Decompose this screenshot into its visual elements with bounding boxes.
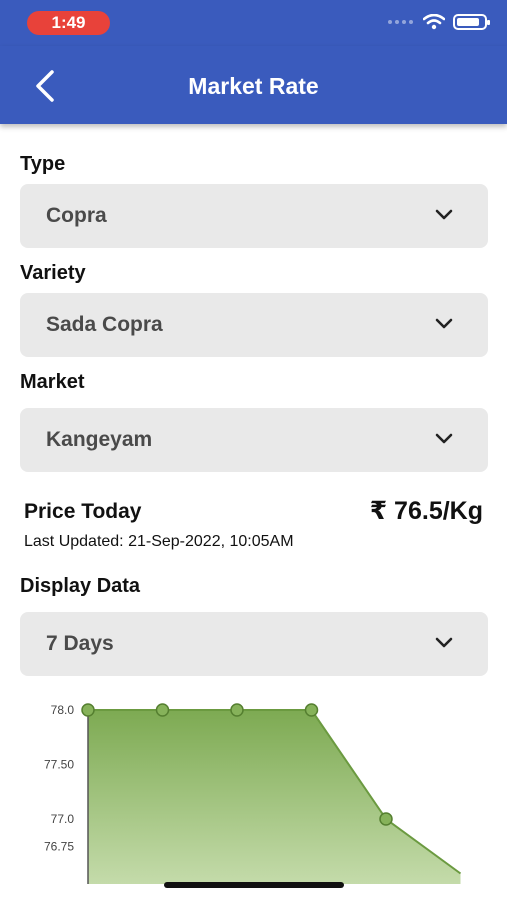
signal-dots-icon (388, 20, 413, 24)
type-dropdown[interactable]: Copra (20, 184, 488, 248)
price-today-label: Price Today (24, 500, 142, 523)
status-bar: 1:49 (0, 0, 507, 46)
y-tick-label: 76.75 (44, 839, 74, 853)
wifi-icon (423, 14, 445, 30)
y-tick-label: 78.0 (51, 703, 75, 717)
variety-label: Variety (20, 262, 86, 284)
home-indicator[interactable] (164, 882, 344, 888)
battery-icon (453, 14, 490, 30)
status-time: 1:49 (27, 11, 110, 35)
data-point[interactable] (230, 703, 244, 717)
status-icons (388, 14, 490, 30)
display-data-label: Display Data (20, 575, 141, 597)
price-chart: 78.0 77.50 77.0 76.75 (44, 703, 462, 884)
data-point[interactable] (379, 812, 393, 826)
type-label: Type (20, 153, 66, 175)
variety-value: Sada Copra (46, 313, 163, 336)
display-data-value: 7 Days (46, 632, 114, 655)
display-data-dropdown[interactable]: 7 Days (20, 612, 488, 676)
page-title: Market Rate (188, 73, 319, 99)
data-point[interactable] (81, 703, 95, 717)
chevron-down-icon (435, 637, 453, 648)
chart-area (88, 710, 461, 884)
last-updated-text: Last Updated: 21-Sep-2022, 10:05AM (24, 533, 294, 550)
chevron-down-icon (435, 433, 453, 444)
chevron-down-icon (435, 318, 453, 329)
price-today-value: ₹ 76.5/Kg (369, 497, 483, 525)
data-point[interactable] (304, 703, 319, 717)
market-value: Kangeyam (46, 428, 153, 451)
nav-bar: Market Rate (0, 46, 507, 124)
variety-dropdown[interactable]: Sada Copra (20, 293, 488, 357)
type-value: Copra (46, 204, 107, 227)
market-dropdown[interactable]: Kangeyam (20, 408, 488, 472)
market-label: Market (20, 371, 85, 393)
y-tick-label: 77.0 (51, 812, 75, 826)
y-tick-label: 77.50 (44, 758, 74, 772)
data-point[interactable] (155, 703, 170, 717)
chevron-down-icon (435, 209, 453, 220)
